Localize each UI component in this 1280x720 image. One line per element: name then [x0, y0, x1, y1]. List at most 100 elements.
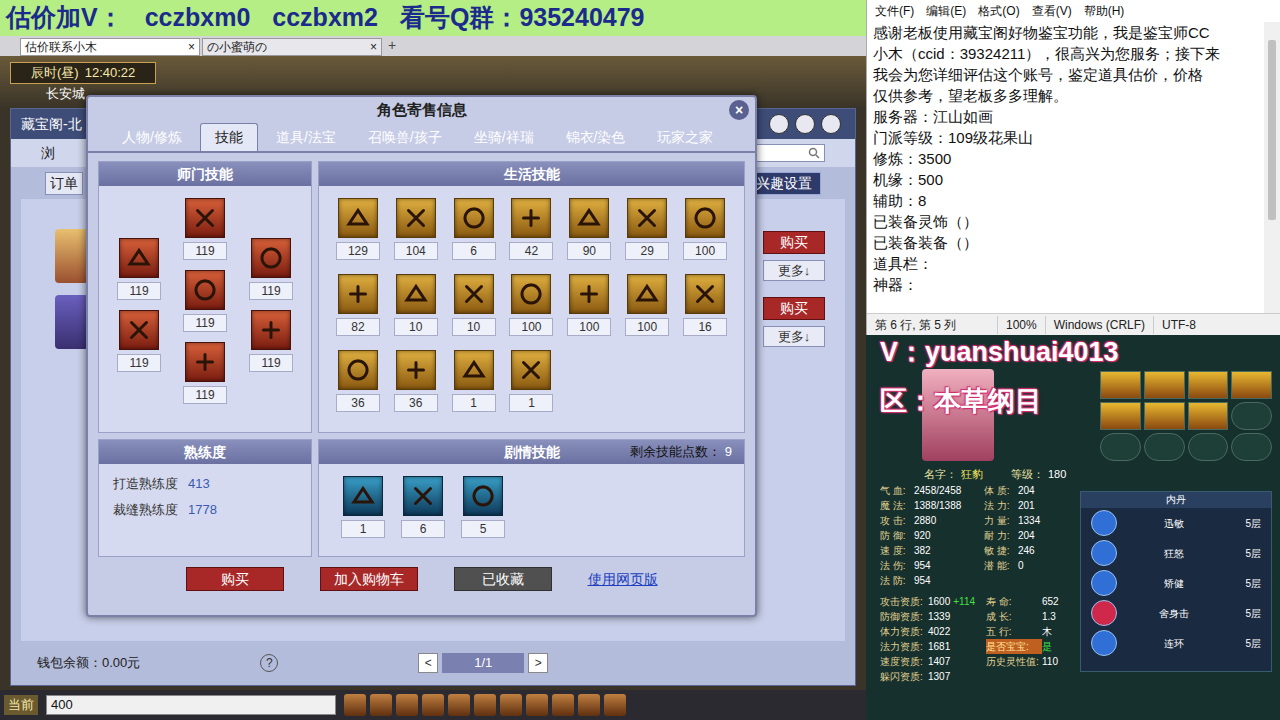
text-line: 小木（ccid：39324211），很高兴为您服务；接下来 — [873, 43, 1258, 64]
skill-icon[interactable] — [119, 238, 159, 278]
toolbar-icon[interactable] — [552, 694, 574, 716]
skill-cell: 1 — [341, 476, 385, 538]
neidan-icon — [1091, 630, 1117, 656]
skill-icon[interactable] — [463, 476, 503, 516]
skill-icon[interactable] — [338, 274, 378, 314]
prev-page-button[interactable]: < — [418, 653, 438, 673]
skill-icon[interactable] — [511, 198, 551, 238]
emblem-icon — [348, 481, 378, 511]
skill-icon[interactable] — [185, 342, 225, 382]
equipment-slot[interactable] — [1231, 433, 1272, 461]
dialog-tab[interactable]: 道具/法宝 — [262, 123, 350, 151]
close-button[interactable]: × — [729, 100, 749, 120]
toolbar-icon[interactable] — [474, 694, 496, 716]
skill-icon[interactable] — [185, 198, 225, 238]
new-tab-button[interactable]: + — [384, 35, 400, 56]
menu-item[interactable]: 格式(O) — [978, 2, 1019, 20]
equipment-slot[interactable] — [1231, 402, 1272, 430]
help-button[interactable]: ? — [260, 654, 278, 672]
toolbar-icon[interactable] — [526, 694, 548, 716]
menu-item[interactable]: 帮助(H) — [1084, 2, 1125, 20]
more-button[interactable]: 更多↓ — [763, 260, 825, 282]
skill-icon[interactable] — [396, 350, 436, 390]
skill-icon[interactable] — [343, 476, 383, 516]
buy-button[interactable]: 购买 — [186, 567, 284, 591]
skill-icon[interactable] — [338, 350, 378, 390]
menu-item[interactable]: 文件(F) — [875, 2, 914, 20]
tab-close-button[interactable]: × — [370, 38, 377, 56]
skill-icon[interactable] — [511, 350, 551, 390]
equipment-slot[interactable] — [1231, 371, 1272, 399]
dialog-tab[interactable]: 召唤兽/孩子 — [354, 123, 456, 151]
skill-level: 90 — [567, 242, 611, 260]
dialog-tab[interactable]: 人物/修炼 — [108, 123, 196, 151]
skill-icon[interactable] — [627, 198, 667, 238]
scrollbar[interactable] — [1264, 22, 1280, 313]
dialog-tab[interactable]: 坐骑/祥瑞 — [460, 123, 548, 151]
toolbar-icon[interactable] — [344, 694, 366, 716]
dialog-tab[interactable]: 技能 — [200, 123, 258, 151]
channel-button[interactable]: 当前 — [4, 695, 38, 715]
skill-icon[interactable] — [685, 274, 725, 314]
equipment-slot[interactable] — [1188, 402, 1229, 430]
skill-icon[interactable] — [251, 310, 291, 350]
skill-icon[interactable] — [627, 274, 667, 314]
emblem-icon — [574, 203, 604, 233]
skill-icon[interactable] — [454, 350, 494, 390]
row-buy-button[interactable]: 购买 — [763, 231, 825, 254]
skill-icon[interactable] — [403, 476, 443, 516]
dialog-tab[interactable]: 锦衣/染色 — [552, 123, 640, 151]
toolbar-icon[interactable] — [370, 694, 392, 716]
skill-icon[interactable] — [685, 198, 725, 238]
add-cart-button[interactable]: 加入购物车 — [320, 567, 418, 591]
toolbar-icon[interactable] — [422, 694, 444, 716]
skill-icon[interactable] — [511, 274, 551, 314]
skill-icon[interactable] — [396, 198, 436, 238]
next-page-button[interactable]: > — [528, 653, 548, 673]
equipment-slot[interactable] — [1100, 433, 1141, 461]
toolbar-icon[interactable] — [448, 694, 470, 716]
skill-level: 10 — [394, 318, 438, 336]
dialog-title-bar: 角色寄售信息× — [88, 97, 755, 123]
contact-text: V：yuanshuai4013 — [874, 335, 1272, 369]
skill-icon[interactable] — [569, 198, 609, 238]
equipment-slot[interactable] — [1100, 371, 1141, 399]
text-area[interactable]: 感谢老板使用藏宝阁好物鉴宝功能，我是鉴宝师CC小木（ccid：39324211）… — [867, 22, 1264, 313]
equipment-slot[interactable] — [1144, 433, 1185, 461]
equipment-slot[interactable] — [1144, 371, 1185, 399]
toolbar-icon[interactable] — [604, 694, 626, 716]
emblem-icon — [343, 203, 373, 233]
toolbar-icon[interactable] — [578, 694, 600, 716]
tab-close-button[interactable]: × — [188, 38, 195, 56]
skill-icon[interactable] — [454, 198, 494, 238]
skill-icon[interactable] — [569, 274, 609, 314]
interest-button[interactable]: 兴趣设置 — [747, 172, 821, 195]
skill-icon[interactable] — [251, 238, 291, 278]
role-sale-dialog: 角色寄售信息×人物/修炼技能道具/法宝召唤兽/孩子坐骑/祥瑞锦衣/染色玩家之家师… — [86, 95, 757, 617]
skill-icon[interactable] — [396, 274, 436, 314]
skill-icon[interactable] — [338, 198, 378, 238]
browser-tab[interactable]: の小蜜萌の× — [202, 38, 382, 56]
skill-icon[interactable] — [119, 310, 159, 350]
toolbar-icon[interactable] — [500, 694, 522, 716]
dialog-tab[interactable]: 玩家之家 — [643, 123, 727, 151]
equipment-slot[interactable] — [1100, 402, 1141, 430]
equipment-slot[interactable] — [1188, 433, 1229, 461]
equipment-slot[interactable] — [1144, 402, 1185, 430]
favorited-button[interactable]: 已收藏 — [454, 567, 552, 591]
skill-icon[interactable] — [454, 274, 494, 314]
gear-icon[interactable] — [795, 114, 815, 134]
skill-icon[interactable] — [185, 270, 225, 310]
close-icon[interactable] — [821, 114, 841, 134]
region-text: 区：本草纲目 — [874, 369, 1100, 422]
chat-input[interactable]: 400 — [46, 695, 336, 715]
web-version-link[interactable]: 使用网页版 — [588, 569, 658, 590]
minus-icon[interactable] — [769, 114, 789, 134]
menu-item[interactable]: 编辑(E) — [926, 2, 966, 20]
toolbar-icon[interactable] — [396, 694, 418, 716]
menu-item[interactable]: 查看(V) — [1032, 2, 1072, 20]
row-buy-button[interactable]: 购买 — [763, 297, 825, 320]
equipment-slot[interactable] — [1188, 371, 1229, 399]
more-button[interactable]: 更多↓ — [763, 326, 825, 348]
browser-tab[interactable]: 估价联系小木× — [20, 38, 200, 56]
